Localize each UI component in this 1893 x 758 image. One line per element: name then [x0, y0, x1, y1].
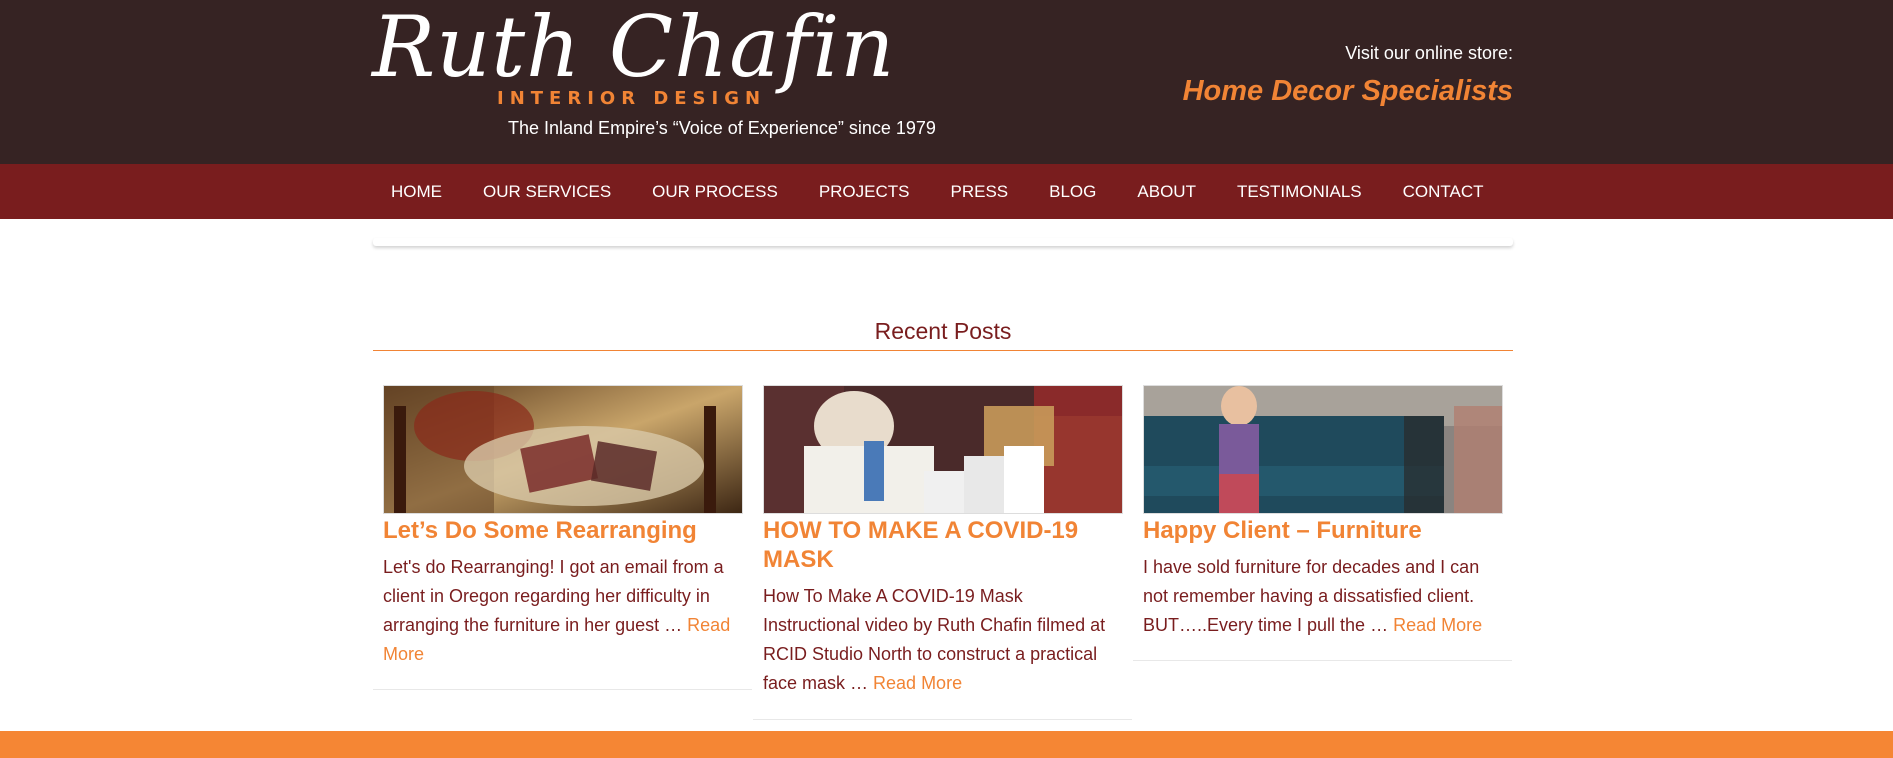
post-excerpt: Let's do Rearranging! I got an email fro… — [383, 553, 743, 669]
nav-item-press[interactable]: PRESS — [951, 182, 1009, 202]
recent-posts-title: Recent Posts — [874, 318, 1012, 344]
logo-tagline: The Inland Empire’s “Voice of Experience… — [508, 118, 936, 138]
logo[interactable]: Ruth Chafin INTERIOR DESIGN The Inland E… — [372, 0, 936, 148]
post-thumbnail-bedroom[interactable] — [383, 385, 743, 514]
post-separator — [373, 689, 752, 690]
post-separator — [753, 719, 1132, 720]
post-title[interactable]: HOW TO MAKE A COVID-19 MASK — [763, 516, 1123, 574]
nav-item-our-services[interactable]: OUR SERVICES — [483, 182, 611, 202]
recent-posts-underline — [373, 350, 1513, 351]
content-divider — [373, 238, 1513, 246]
nav-item-projects[interactable]: PROJECTS — [819, 182, 910, 202]
nav-item-about[interactable]: ABOUT — [1137, 182, 1196, 202]
site-header: Ruth Chafin INTERIOR DESIGN The Inland E… — [0, 0, 1893, 164]
logo-name: Ruth Chafin — [372, 0, 896, 96]
post-title[interactable]: Happy Client – Furniture — [1143, 516, 1503, 545]
nav-item-contact[interactable]: CONTACT — [1403, 182, 1484, 202]
post-excerpt-text: Let's do Rearranging! I got an email fro… — [383, 557, 724, 635]
store-link[interactable]: Home Decor Specialists — [1183, 75, 1513, 108]
store-label: Visit our online store: — [1345, 43, 1513, 63]
post-separator — [1133, 660, 1512, 661]
nav-item-home[interactable]: HOME — [391, 182, 442, 202]
nav-item-testimonials[interactable]: TESTIMONIALS — [1237, 182, 1362, 202]
logo-subtitle: INTERIOR DESIGN — [497, 88, 767, 109]
post-thumbnail-sofa[interactable] — [1143, 385, 1503, 514]
post-card: Let’s Do Some Rearranging Let's do Rearr… — [383, 385, 743, 669]
post-excerpt: How To Make A COVID-19 Mask Instructiona… — [763, 582, 1123, 698]
post-title[interactable]: Let’s Do Some Rearranging — [383, 516, 743, 545]
read-more-link[interactable]: Read More — [873, 673, 962, 693]
nav-item-our-process[interactable]: OUR PROCESS — [652, 182, 778, 202]
footer-bar — [0, 731, 1893, 758]
post-thumbnail-mask[interactable] — [763, 385, 1123, 514]
nav-item-blog[interactable]: BLOG — [1049, 182, 1096, 202]
post-excerpt: I have sold furniture for decades and I … — [1143, 553, 1503, 640]
post-card: HOW TO MAKE A COVID-19 MASK How To Make … — [763, 385, 1123, 698]
post-card: Happy Client – Furniture I have sold fur… — [1143, 385, 1503, 640]
main-nav: HOME OUR SERVICES OUR PROCESS PROJECTS P… — [0, 164, 1893, 219]
read-more-link[interactable]: Read More — [1393, 615, 1482, 635]
